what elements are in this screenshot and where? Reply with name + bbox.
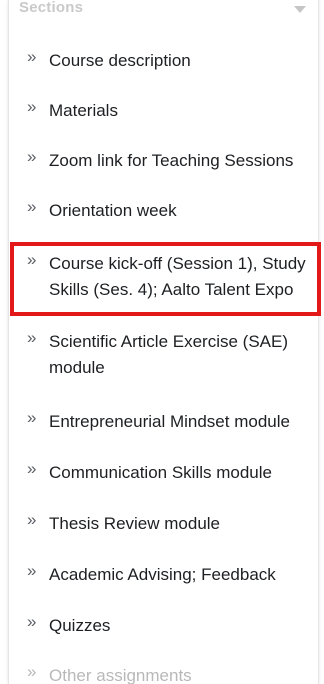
section-item-communication-skills[interactable]: » Communication Skills module xyxy=(9,459,318,486)
double-chevron-right-icon: » xyxy=(27,459,37,478)
section-item-course-description[interactable]: » Course description xyxy=(9,47,318,74)
section-item-orientation-week[interactable]: » Orientation week xyxy=(9,197,318,224)
sections-title: Sections xyxy=(19,0,84,16)
section-item-label: Course description xyxy=(49,51,191,70)
section-item-thesis-review[interactable]: » Thesis Review module xyxy=(9,510,318,537)
chevron-down-icon[interactable] xyxy=(294,5,306,13)
section-item-label: Communication Skills module xyxy=(49,463,272,482)
double-chevron-right-icon: » xyxy=(27,250,37,269)
double-chevron-right-icon: » xyxy=(27,408,37,427)
double-chevron-right-icon: » xyxy=(27,147,37,166)
sections-panel: Sections » Course description » Material… xyxy=(8,0,319,684)
section-item-materials[interactable]: » Materials xyxy=(9,97,318,124)
section-item-label: Zoom link for Teaching Sessions xyxy=(49,151,294,170)
section-item-label: Other assignments xyxy=(49,666,192,684)
section-item-entrepreneurial-mindset[interactable]: » Entrepreneurial Mindset module xyxy=(9,408,318,435)
section-item-label: Academic Advising; Feedback xyxy=(49,565,276,584)
double-chevron-right-icon: » xyxy=(27,662,37,681)
section-item-label: Entrepreneurial Mindset module xyxy=(49,412,290,431)
section-item-academic-advising[interactable]: » Academic Advising; Feedback xyxy=(9,561,318,588)
double-chevron-right-icon: » xyxy=(27,510,37,529)
section-item-course-kickoff[interactable]: » Course kick-off (Session 1), Study Ski… xyxy=(9,250,318,303)
section-item-label: Materials xyxy=(49,101,118,120)
section-item-label: Thesis Review module xyxy=(49,514,221,533)
double-chevron-right-icon: » xyxy=(27,197,37,216)
double-chevron-right-icon: » xyxy=(27,561,37,580)
section-item-other-assignments[interactable]: » Other assignments xyxy=(9,662,318,684)
section-item-zoom-link[interactable]: » Zoom link for Teaching Sessions xyxy=(9,147,318,174)
section-item-label: Orientation week xyxy=(49,201,177,220)
double-chevron-right-icon: » xyxy=(27,328,37,347)
section-item-label: Course kick-off (Session 1), Study Skill… xyxy=(49,254,306,299)
section-item-quizzes[interactable]: » Quizzes xyxy=(9,612,318,639)
section-item-label: Scientific Article Exercise (SAE) module xyxy=(49,332,289,377)
section-item-label: Quizzes xyxy=(49,616,111,635)
sections-header[interactable]: Sections xyxy=(9,0,318,18)
double-chevron-right-icon: » xyxy=(27,97,37,116)
double-chevron-right-icon: » xyxy=(27,612,37,631)
section-item-sae-module[interactable]: » Scientific Article Exercise (SAE) modu… xyxy=(9,328,318,381)
double-chevron-right-icon: » xyxy=(27,47,37,66)
